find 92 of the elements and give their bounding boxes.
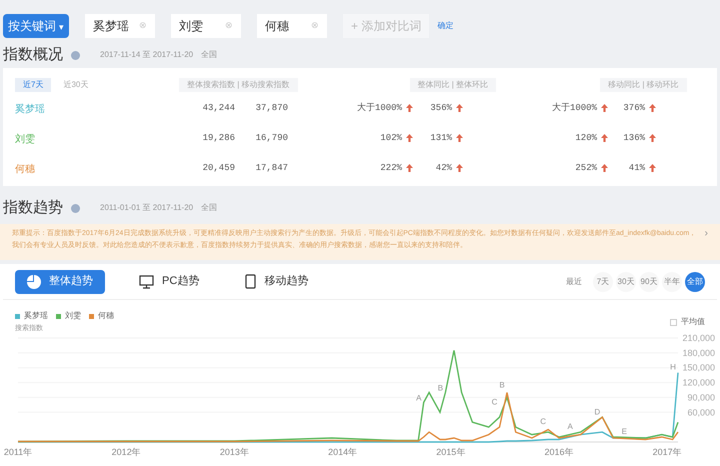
up-arrow-icon	[406, 104, 413, 112]
percent-value: 136%	[608, 132, 656, 146]
y-tick-label: 120,000	[682, 378, 715, 388]
up-arrow-icon	[456, 134, 463, 142]
y-tick-label: 90,000	[687, 392, 715, 402]
percent-value: 356%	[413, 102, 463, 116]
column-header: 整体搜索指数 | 移动搜索指数	[179, 78, 298, 92]
keyword-text: 何穗	[265, 18, 289, 35]
period-tab[interactable]: 近7天	[15, 78, 52, 92]
x-tick-label: 2011年	[4, 447, 32, 457]
percent-value: 252%	[463, 162, 608, 176]
up-arrow-icon	[649, 164, 656, 172]
event-marker: E	[622, 427, 627, 436]
up-arrow-icon	[406, 164, 413, 172]
up-arrow-icon	[601, 164, 608, 172]
event-marker: B	[438, 384, 444, 392]
x-tick-label: 2013年	[220, 447, 249, 457]
region-label: 全国	[201, 202, 218, 214]
expand-arrow[interactable]: ›	[704, 228, 708, 256]
event-marker: B	[499, 380, 505, 390]
x-tick-label: 2015年	[436, 447, 466, 457]
phone-icon	[245, 274, 256, 289]
y-tick-label: 60,000	[687, 407, 715, 418]
event-marker: A	[568, 422, 573, 432]
event-marker: C	[540, 417, 546, 426]
y-tick-label: 150,000	[682, 362, 715, 373]
section-title: 指数趋势	[3, 198, 63, 218]
keyword-name: 刘雯	[15, 132, 36, 146]
column-header: 移动同比 | 移动环比	[600, 78, 687, 92]
up-arrow-icon	[456, 104, 463, 112]
y-tick-label: 210,000	[682, 334, 715, 343]
x-tick-label: 2016年	[544, 447, 574, 457]
index-value: 37,870	[254, 102, 288, 116]
up-arrow-icon	[601, 104, 608, 112]
trend-tab[interactable]: 移动趋势	[233, 270, 320, 294]
confirm-link[interactable]: 确定	[437, 20, 454, 32]
keyword-field[interactable]: 奚梦瑶 ⊗	[85, 14, 155, 38]
x-tick-label: 2017年	[652, 447, 682, 457]
x-tick-label: 2012年	[112, 447, 141, 457]
index-value: 19,286	[202, 132, 235, 146]
index-value: 43,244	[202, 102, 235, 116]
x-tick-label: 2014年	[328, 447, 358, 457]
event-marker: C	[492, 397, 498, 406]
mode-dropdown[interactable]: 按关键词 ▾	[3, 14, 69, 38]
average-label: 平均值	[681, 316, 705, 328]
average-checkbox[interactable]	[670, 318, 677, 326]
y-tick-label: 180,000	[682, 348, 715, 358]
range-button[interactable]: 全部	[685, 272, 705, 292]
column-header: 整体同比 | 整体环比	[410, 78, 496, 92]
index-value: 17,847	[254, 162, 288, 176]
range-button[interactable]: 30天	[616, 272, 636, 292]
up-arrow-icon	[456, 164, 463, 172]
up-arrow-icon	[601, 134, 608, 142]
percent-value: 42%	[413, 162, 463, 176]
trend-tab[interactable]: PC趋势	[127, 270, 212, 294]
pie-chart-icon	[27, 274, 41, 288]
percent-value: 131%	[413, 132, 463, 146]
up-arrow-icon	[649, 134, 656, 142]
section-title: 指数概况	[3, 44, 63, 65]
monitor-icon	[139, 274, 154, 288]
range-button[interactable]: 7天	[593, 272, 613, 292]
keyword-field[interactable]: 刘雯 ⊗	[171, 14, 241, 38]
legend-label: 何穗	[98, 310, 114, 322]
event-marker: H	[670, 362, 676, 372]
range-button[interactable]: 90天	[639, 272, 659, 292]
percent-value: 102%	[288, 132, 413, 146]
percent-value: 41%	[608, 162, 656, 176]
percent-value: 大于1000%	[463, 102, 608, 116]
index-value: 16,790	[254, 132, 288, 146]
up-arrow-icon	[649, 104, 656, 112]
event-marker: D	[594, 407, 600, 416]
percent-value: 222%	[288, 162, 413, 176]
index-value: 20,459	[202, 162, 235, 176]
recent-label: 最近	[566, 276, 582, 288]
up-arrow-icon	[406, 134, 413, 142]
region-label: 全国	[201, 49, 218, 61]
keyword-text: 刘雯	[179, 18, 203, 35]
date-range: 2011-01-01 至 2017-11-20	[100, 202, 194, 214]
legend-label: 刘雯	[65, 310, 81, 322]
percent-value: 大于1000%	[288, 102, 413, 116]
legend-label: 奚梦瑶	[24, 310, 48, 322]
percent-value: 120%	[463, 132, 608, 146]
percent-value: 376%	[608, 102, 656, 116]
keyword-name: 奚梦瑶	[15, 102, 46, 116]
period-tab[interactable]: 近30天	[55, 78, 96, 92]
date-range: 2017-11-14 至 2017-11-20	[100, 49, 194, 61]
range-button[interactable]: 半年	[662, 272, 682, 292]
keyword-name: 何穗	[15, 162, 36, 176]
event-marker: A	[416, 393, 422, 402]
trend-tab[interactable]: 整体趋势	[15, 270, 105, 294]
keyword-text: 奚梦瑶	[93, 18, 129, 35]
keyword-field[interactable]: 何穗 ⊗	[257, 14, 327, 38]
